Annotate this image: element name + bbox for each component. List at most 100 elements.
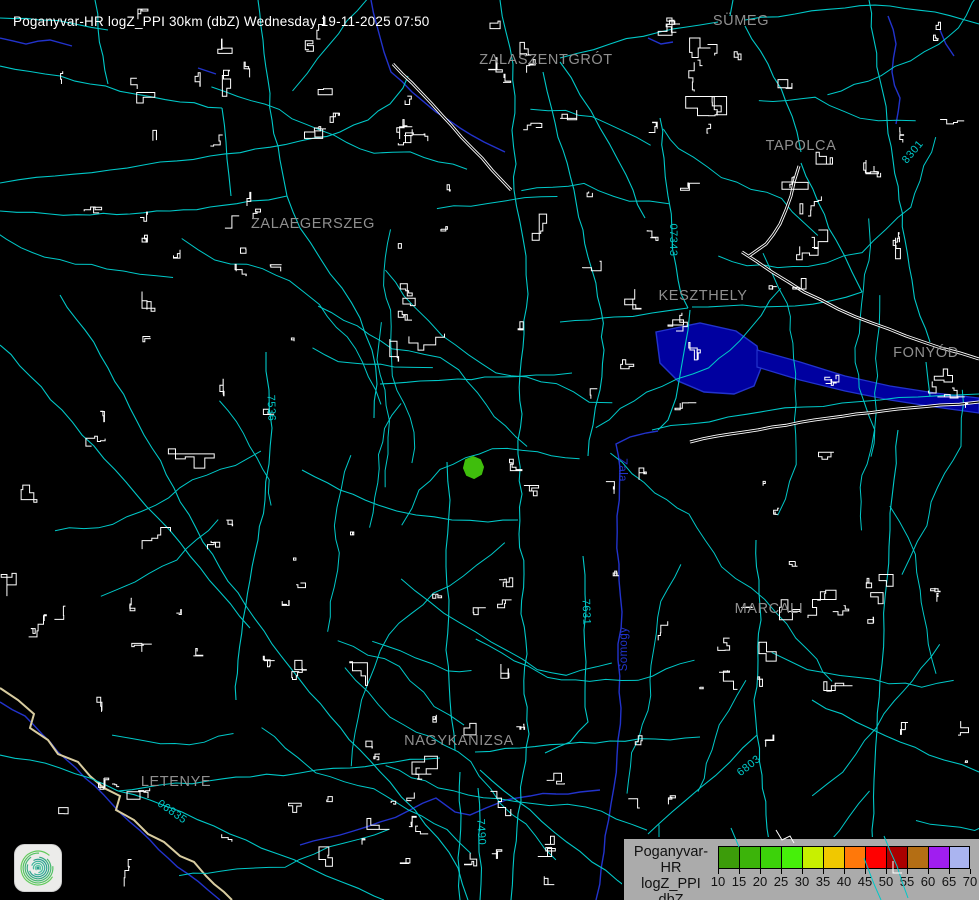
settlement-outline [101, 411, 105, 422]
settlement-outline [235, 264, 246, 275]
settlement-outline [409, 816, 416, 826]
settlement-outline [296, 583, 305, 588]
settlement-outline [305, 41, 313, 52]
settlement-outline [527, 60, 536, 73]
road-line [730, 0, 733, 16]
minor-road [610, 453, 832, 681]
road-line [754, 540, 761, 735]
minor-road [179, 829, 389, 875]
settlement-outline [489, 58, 503, 72]
legend-color-cell [886, 846, 907, 869]
minor-road [718, 137, 935, 267]
settlement-outline [698, 60, 702, 66]
settlement-outline [606, 482, 615, 494]
road-line [478, 788, 482, 900]
road-line [287, 196, 377, 418]
settlement-outline [490, 21, 500, 29]
settlement-outline [168, 449, 214, 468]
road-line [446, 462, 455, 750]
road-line [475, 737, 700, 752]
settlement-outline [330, 113, 339, 122]
legend-color-cell [781, 846, 802, 869]
settlement-outline [874, 166, 881, 177]
legend-tick-label: 65 [942, 874, 956, 889]
settlement-outline [613, 571, 619, 576]
road-line [208, 758, 440, 781]
settlement-outline [208, 541, 220, 549]
settlement-outline [741, 607, 752, 608]
settlement-outline [405, 133, 427, 143]
settlement-outline [29, 615, 47, 637]
settlement-outline [59, 808, 68, 814]
road-line [745, 5, 979, 24]
road-line [560, 308, 688, 322]
settlement-outline [800, 204, 803, 214]
minor-road [318, 306, 527, 446]
settlement-outline [464, 723, 476, 735]
legend-color-cell [907, 846, 928, 869]
legend-color-cell [865, 846, 886, 869]
legend-colorbar [718, 846, 970, 869]
settlement-outline [707, 124, 711, 133]
settlement-outline [263, 409, 274, 414]
settlement-outline [142, 291, 155, 311]
minor-road [812, 644, 940, 796]
settlement-outline [769, 286, 777, 290]
settlement-outline [222, 834, 232, 841]
settlement-outline [21, 485, 37, 502]
settlement-outline [174, 250, 181, 258]
road-line [545, 556, 588, 753]
road-line [0, 196, 287, 215]
settlement-outline [583, 261, 602, 270]
legend-tick-label: 40 [837, 874, 851, 889]
settlement-outline [350, 662, 368, 686]
product-title: Poganyvar-HR logZ_PPI 30km (dbZ) Wednesd… [13, 14, 430, 29]
settlement-outline [523, 123, 542, 129]
road-line [0, 66, 222, 108]
settlement-outline [759, 642, 776, 661]
settlement-outline [812, 230, 828, 249]
radar-map-screen: SÜMEGZALASZENTGRÓTTAPOLCAZALAEGERSZEGKES… [0, 0, 979, 900]
water-layer [656, 323, 979, 413]
settlement-outline [130, 598, 135, 611]
minor-road [627, 564, 681, 793]
minor-road [55, 451, 261, 531]
legend-tick-label: 50 [879, 874, 893, 889]
road-line [812, 700, 979, 772]
settlement-outline [294, 558, 296, 560]
legend-color-cell [823, 846, 844, 869]
settlement-outline [441, 227, 448, 231]
settlement-outline [270, 265, 281, 272]
road-line [543, 72, 604, 456]
color-scale-legend: Poganyvar-HR logZ_PPI dbZ 10152025303540… [622, 837, 979, 900]
minor-road [112, 734, 233, 745]
settlement-outline [351, 532, 354, 535]
settlement-outline [937, 594, 939, 602]
legend-unit: dbZ [624, 892, 718, 900]
settlement-outline [934, 35, 939, 40]
settlement-outline [816, 152, 832, 164]
minor-road [437, 197, 558, 209]
road-line [869, 430, 898, 900]
settlement-outline [124, 859, 131, 886]
minor-road [219, 401, 271, 506]
settlement-outline [763, 481, 765, 485]
settlement-outline [195, 73, 200, 87]
road-line [0, 345, 250, 628]
settlement-outline [289, 803, 302, 812]
road-line [222, 108, 231, 196]
legend-tick-label: 70 [963, 874, 977, 889]
settlement-outline [61, 71, 63, 84]
settlement-outline [718, 638, 730, 650]
settlement-outline [498, 600, 512, 608]
settlement-outline [815, 590, 836, 600]
settlement-outline [263, 656, 274, 667]
legend-product: logZ_PPI [624, 876, 718, 892]
settlement-outline [833, 606, 849, 615]
legend-tick-label: 35 [816, 874, 830, 889]
settlement-outline [1, 573, 16, 596]
settlement-outline [819, 452, 834, 459]
minor-road [101, 520, 218, 597]
settlement-outline [241, 248, 247, 253]
settlement-outline [958, 721, 969, 735]
